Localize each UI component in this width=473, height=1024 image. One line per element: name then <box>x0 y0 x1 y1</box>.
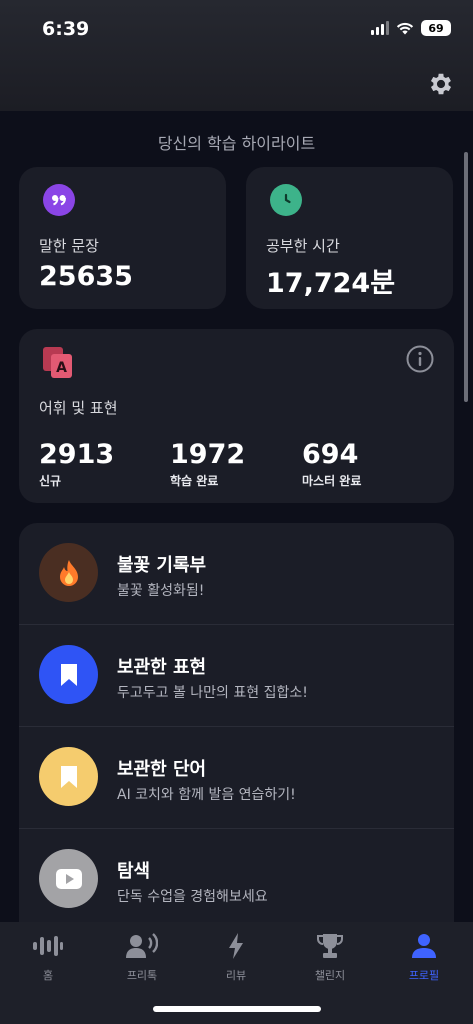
scrollbar[interactable] <box>464 152 468 402</box>
study-time-value: 17,724분 <box>266 268 396 299</box>
play-icon <box>39 849 98 908</box>
vocab-learned-label: 학습 완료 <box>170 474 219 488</box>
tab-label: 홈 <box>42 969 54 982</box>
vocabulary-card: A 어휘 및 표현 2913 신규 1972 학습 완료 694 마스터 완료 <box>19 329 454 503</box>
bookmark-icon <box>39 747 98 806</box>
tab-review[interactable]: 리뷰 <box>201 932 271 983</box>
menu-item-subtitle: AI 코치와 함께 발음 연습하기! <box>117 787 296 803</box>
vocabulary-title: 어휘 및 표현 <box>39 399 118 417</box>
status-time: 6:39 <box>42 18 90 40</box>
menu-item-explore[interactable]: 탐색 단독 수업을 경험해보세요 <box>19 829 454 931</box>
tab-label: 프리톡 <box>126 969 158 982</box>
gear-icon[interactable] <box>427 70 455 98</box>
battery-icon: 69 <box>421 20 451 36</box>
speaker-person-icon <box>126 932 158 960</box>
menu-item-title: 보관한 단어 <box>117 759 207 780</box>
tab-label: 챌린지 <box>314 969 346 982</box>
menu-item-title: 보관한 표현 <box>117 657 207 678</box>
tab-label: 리뷰 <box>225 969 247 982</box>
tab-profile[interactable]: 프로필 <box>389 932 459 983</box>
menu-item-saved-expressions[interactable]: 보관한 표현 두고두고 볼 나만의 표현 집합소! <box>19 625 454 727</box>
sentences-value: 25635 <box>39 261 133 292</box>
menu-item-title: 탐색 <box>117 861 151 882</box>
info-icon[interactable] <box>405 344 435 374</box>
vocab-learned-stat: 1972 학습 완료 <box>170 439 245 489</box>
profile-menu-list: 불꽃 기록부 불꽃 활성화됨! 보관한 표현 두고두고 볼 나만의 표현 집합소… <box>19 523 454 943</box>
menu-item-subtitle: 두고두고 볼 나만의 표현 집합소! <box>117 685 308 701</box>
menu-item-subtitle: 불꽃 활성화됨! <box>117 583 205 599</box>
top-header: 6:39 69 <box>0 0 473 111</box>
clock-icon <box>270 184 302 216</box>
menu-item-saved-words[interactable]: 보관한 단어 AI 코치와 함께 발음 연습하기! <box>19 727 454 829</box>
vocab-new-stat: 2913 신규 <box>39 439 114 489</box>
signal-icon <box>371 21 389 35</box>
tab-challenge[interactable]: 챌린지 <box>295 932 365 983</box>
study-time-label: 공부한 시간 <box>266 237 340 255</box>
person-icon <box>408 932 440 960</box>
sentences-label: 말한 문장 <box>39 237 99 255</box>
bookmark-icon <box>39 645 98 704</box>
status-icons: 69 <box>371 20 451 36</box>
study-time-stat-card: 공부한 시간 17,724분 <box>246 167 453 309</box>
vocab-new-value: 2913 <box>39 439 115 470</box>
waveform-icon <box>32 932 64 960</box>
vocab-new-label: 신규 <box>39 474 62 488</box>
sentences-stat-card: 말한 문장 25635 <box>19 167 226 309</box>
vocab-mastered-value: 694 <box>302 439 359 470</box>
flame-icon <box>39 543 98 602</box>
vocab-mastered-label: 마스터 완료 <box>302 474 362 488</box>
menu-item-title: 불꽃 기록부 <box>117 555 207 576</box>
tab-label: 프로필 <box>408 969 440 982</box>
svg-text:A: A <box>56 360 67 376</box>
menu-item-subtitle: 단독 수업을 경험해보세요 <box>117 889 268 905</box>
wifi-icon <box>396 22 414 35</box>
vocab-learned-value: 1972 <box>170 439 246 470</box>
home-indicator[interactable] <box>153 1006 321 1012</box>
trophy-icon <box>314 932 346 960</box>
highlights-title: 당신의 학습 하이라이트 <box>157 134 316 153</box>
tab-free-talk[interactable]: 프리톡 <box>107 932 177 983</box>
vocab-mastered-stat: 694 마스터 완료 <box>302 439 361 489</box>
flashcard-icon: A <box>43 347 72 378</box>
speech-bubble-icon <box>43 184 75 216</box>
lightning-icon <box>220 932 252 960</box>
menu-item-flame-log[interactable]: 불꽃 기록부 불꽃 활성화됨! <box>19 523 454 625</box>
tab-home[interactable]: 홈 <box>13 932 83 983</box>
